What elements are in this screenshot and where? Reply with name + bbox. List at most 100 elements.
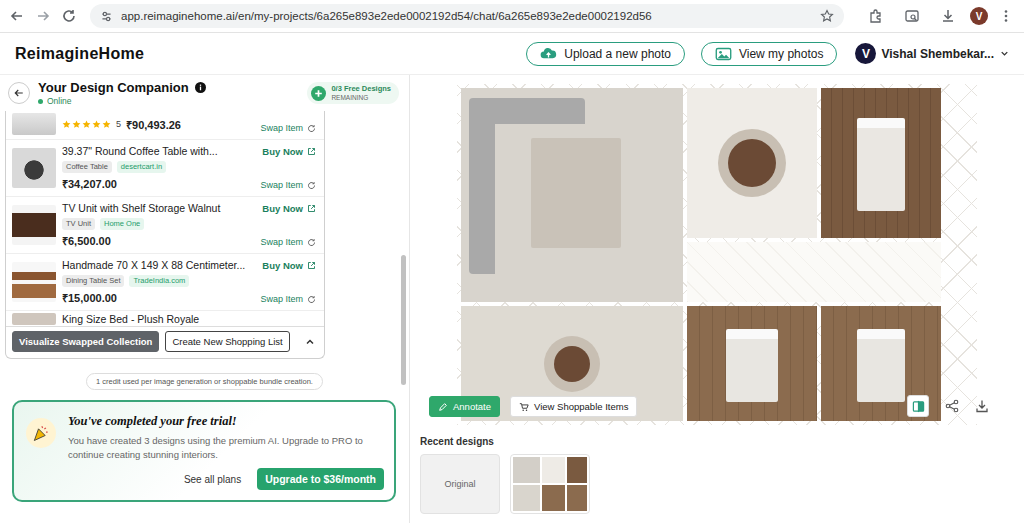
swap-item-link[interactable]: Swap Item — [260, 237, 316, 247]
back-arrow-icon[interactable] — [9, 8, 25, 24]
user-avatar[interactable]: V — [855, 43, 876, 64]
swap-item-link[interactable]: Swap Item — [260, 294, 316, 304]
site-settings-icon[interactable] — [100, 10, 113, 23]
tab-search-icon[interactable] — [904, 8, 920, 24]
product-price: ₹90,493.26 — [126, 117, 181, 132]
browser-toolbar: app.reimaginehome.ai/en/my-projects/6a26… — [0, 0, 1024, 33]
original-label: Original — [444, 479, 475, 489]
upgrade-button[interactable]: Upgrade to $36/month — [257, 468, 384, 490]
annotate-pencil-icon — [438, 402, 448, 412]
credits-count: 0/3 Free Designs — [331, 85, 391, 94]
design-canvas: Annotate View Shoppable Items — [410, 75, 1024, 428]
product-thumbnail[interactable] — [12, 313, 56, 325]
list-action-button[interactable]: Create New Shopping List — [165, 331, 289, 352]
product-price: ₹15,000.00 — [62, 290, 254, 305]
recent-design-thumbnail[interactable] — [510, 454, 590, 514]
menu-dots-icon[interactable] — [998, 8, 1014, 24]
user-menu[interactable]: V Vishal Shembekar... — [855, 43, 1010, 64]
product-title[interactable]: Handmade 70 X 149 X 88 Centimeter... — [62, 259, 254, 272]
extensions-icon[interactable] — [868, 8, 884, 24]
chat-header: Your Design CompanionOnline 0/3 Free Desi… — [0, 75, 409, 111]
star-icon — [82, 120, 91, 129]
address-bar[interactable]: app.reimaginehome.ai/en/my-projects/6a26… — [90, 4, 844, 28]
online-status: Online — [38, 96, 206, 106]
reload-icon[interactable] — [61, 8, 77, 24]
canvas-action-button[interactable]: View Shoppable Items — [510, 396, 637, 417]
browser-window: app.reimaginehome.ai/en/my-projects/6a26… — [0, 0, 1024, 523]
swap-item-link[interactable]: Swap Item — [260, 180, 316, 190]
list-actions: Visualize Swapped Collection Create New S… — [6, 326, 324, 358]
trial-title: You've completed your free trial! — [68, 414, 384, 429]
chat-title: Your Design Companion — [38, 80, 189, 95]
forward-arrow-icon[interactable] — [35, 8, 51, 24]
product-title[interactable]: King Size Bed - Plush Royale — [62, 313, 316, 326]
product-row: TV Unit with Shelf Storage WalnutTV Unit… — [6, 197, 324, 254]
product-row: Handmade 70 X 149 X 88 Centimeter... Dini… — [6, 254, 324, 311]
product-thumbnail[interactable] — [12, 262, 56, 302]
credits-label: REMAINING — [331, 94, 391, 101]
swap-refresh-icon — [307, 124, 316, 133]
trial-card: You've completed your free trial! You hav… — [12, 400, 396, 502]
see-all-plans-link[interactable]: See all plans — [184, 474, 241, 485]
product-tag: Dining Table Set — [62, 275, 124, 287]
download-icon[interactable] — [940, 8, 956, 24]
header-actions: Upload a new photo View my photos — [526, 42, 837, 66]
download-icon[interactable] — [975, 399, 989, 413]
compare-button[interactable] — [907, 395, 929, 417]
scrollbar-thumb[interactable] — [401, 255, 406, 385]
product-thumbnail[interactable] — [12, 113, 56, 135]
buy-now-link[interactable]: Buy Now — [262, 260, 316, 271]
cloud-upload-icon — [540, 47, 557, 61]
chevron-down-icon[interactable] — [999, 48, 1010, 59]
recent-designs-title: Recent designs — [420, 436, 1014, 447]
recent-design-thumbnail[interactable]: Original — [420, 454, 500, 514]
photo-icon — [715, 47, 732, 61]
list-action-button[interactable]: Visualize Swapped Collection — [12, 331, 159, 352]
product-tag: Coffee Table — [62, 161, 112, 173]
product-thumbnail[interactable] — [12, 205, 56, 245]
compare-icon — [912, 400, 925, 413]
user-name[interactable]: Vishal Shembekar... — [881, 47, 994, 61]
browser-profile-avatar[interactable]: V — [970, 7, 988, 25]
product-row: King Size Bed - Plush Royale — [6, 311, 324, 326]
info-icon[interactable] — [195, 82, 206, 93]
header-button[interactable]: View my photos — [701, 42, 838, 66]
external-link-icon — [307, 204, 316, 213]
product-price: ₹34,207.00 — [62, 176, 254, 191]
chevron-up-icon[interactable] — [304, 336, 316, 348]
free-designs-badge: 0/3 Free DesignsREMAINING — [307, 82, 399, 104]
product-tag: Home One — [100, 218, 144, 230]
design-viewer: Annotate View Shoppable Items Recent desig… — [410, 75, 1024, 523]
logo[interactable]: ReimagineHome — [15, 45, 144, 63]
buy-now-link[interactable]: Buy Now — [262, 146, 316, 157]
product-title[interactable]: TV Unit with Shelf Storage Walnut — [62, 202, 254, 215]
recent-designs: Recent designs Original — [410, 428, 1024, 514]
star-icon — [102, 120, 111, 129]
swap-item-link[interactable]: Swap Item — [260, 123, 316, 133]
plus-circle-icon — [311, 86, 326, 101]
product-tag: TradeIndia.com — [129, 275, 189, 287]
trial-message: You have created 3 designs using the pre… — [68, 434, 384, 462]
chat-title-block: Your Design CompanionOnline — [38, 80, 206, 106]
floor-plan-image[interactable] — [457, 84, 977, 425]
shopping-list: 5₹90,493.26Swap Item 39.37" Round Coffee… — [5, 111, 325, 359]
app: ReimagineHome Upload a new photo View my p… — [0, 33, 1024, 523]
star-icon — [62, 120, 71, 129]
star-icon — [92, 120, 101, 129]
product-thumbnail[interactable] — [12, 148, 56, 188]
product-row: 5₹90,493.26Swap Item — [6, 111, 324, 140]
share-icon[interactable] — [945, 399, 959, 413]
canvas-tools — [907, 395, 989, 417]
url-text[interactable]: app.reimaginehome.ai/en/my-projects/6a26… — [121, 10, 812, 22]
product-title[interactable]: 39.37" Round Coffee Table with... — [62, 145, 254, 158]
canvas-action-button[interactable]: Annotate — [429, 396, 500, 417]
bookmark-star-icon[interactable] — [820, 9, 834, 23]
back-button[interactable] — [8, 82, 30, 104]
canvas-actions: Annotate View Shoppable Items — [429, 396, 637, 417]
credit-note: 1 credit used per image generation or sh… — [86, 373, 323, 390]
buy-now-link[interactable]: Buy Now — [262, 203, 316, 214]
header-button[interactable]: Upload a new photo — [526, 42, 685, 66]
star-icon — [72, 120, 81, 129]
workspace: Your Design CompanionOnline 0/3 Free Desi… — [0, 75, 1024, 523]
star-rating — [62, 120, 111, 129]
